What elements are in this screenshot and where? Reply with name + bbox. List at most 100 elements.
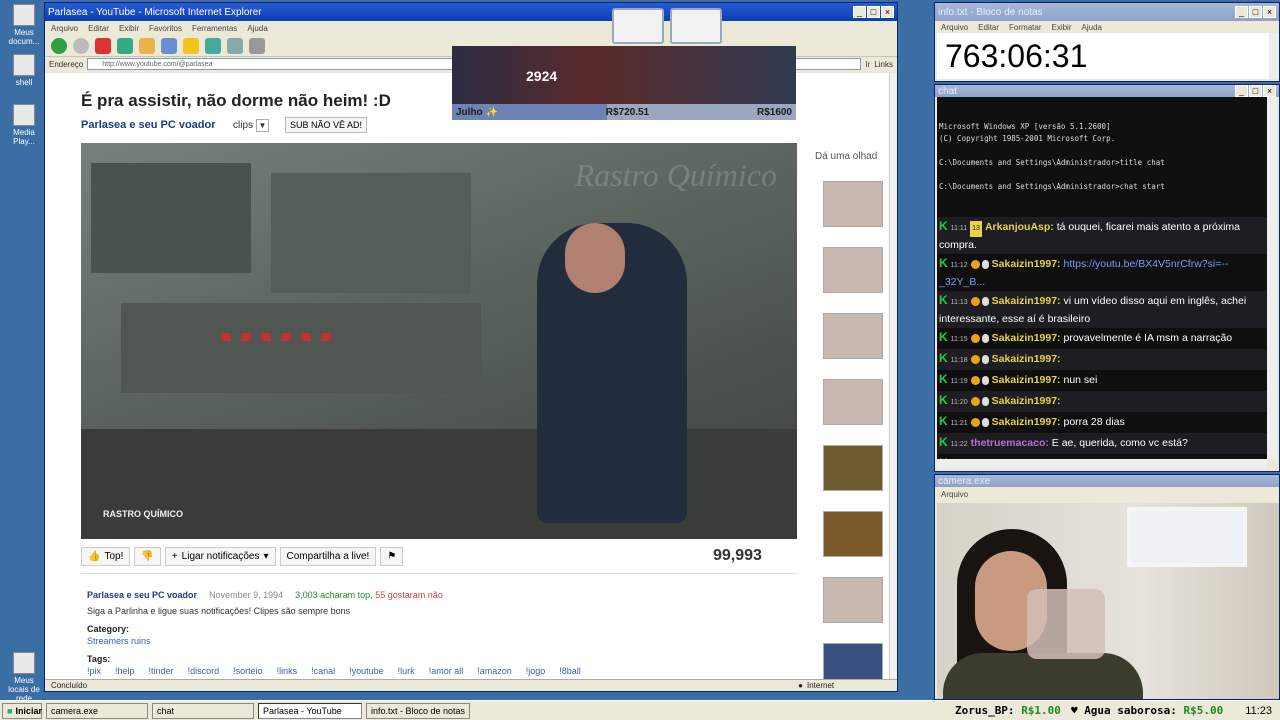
channel-link[interactable]: Parlasea e seu PC voador xyxy=(81,119,216,131)
menu-arquivo[interactable]: Arquivo xyxy=(941,23,968,32)
task-camera[interactable]: camera.exe xyxy=(46,702,148,719)
minimize-button[interactable]: _ xyxy=(853,6,866,18)
sidebar-title: Dá uma olhad xyxy=(815,151,878,162)
tag-link[interactable]: !amor all xyxy=(429,666,464,676)
start-button[interactable]: ■ Iniciar xyxy=(2,702,42,719)
plus-icon: + xyxy=(171,551,178,562)
chat-username[interactable]: Sakaizin1997: xyxy=(992,395,1061,407)
chat-username[interactable]: Sakaizin1997: xyxy=(992,258,1061,270)
tag-link[interactable]: !lurk xyxy=(398,666,415,676)
clips-dropdown[interactable]: clips ▼ xyxy=(233,119,270,132)
like-button[interactable]: 👍 Top! xyxy=(81,547,131,566)
close-button[interactable]: × xyxy=(1263,6,1276,18)
notepad-titlebar[interactable]: info.txt - Bloco de notas _ □ × xyxy=(935,3,1279,21)
related-video-thumb[interactable] xyxy=(823,313,883,359)
chat-scrollbar[interactable] xyxy=(1267,97,1277,459)
menu-favoritos[interactable]: Favoritos xyxy=(149,24,182,33)
search-icon[interactable] xyxy=(161,37,177,54)
menu-arquivo[interactable]: Arquivo xyxy=(941,490,968,499)
badge-icon xyxy=(970,259,980,269)
flag-button[interactable]: ⚑ xyxy=(380,547,404,566)
tag-link[interactable]: !canal xyxy=(311,666,335,676)
video-player[interactable]: Rastro Químico RASTRO QUÍMICO xyxy=(81,143,797,539)
stop-icon[interactable] xyxy=(95,37,111,54)
minimize-button[interactable]: _ xyxy=(1235,85,1248,97)
chat-message: K 11:20 Sakaizin1997: xyxy=(937,391,1267,412)
home-icon[interactable] xyxy=(139,37,155,54)
chat-username[interactable]: Sakaizin1997: xyxy=(992,353,1061,365)
chat-message: K 11:11 13 ArkanjouAsp: tá ouquei, ficarei … xyxy=(937,217,1267,254)
ie-scrollbar[interactable] xyxy=(889,73,897,681)
chat-username[interactable]: Sakaizin1997: xyxy=(992,374,1061,386)
related-video-thumb[interactable] xyxy=(823,247,883,293)
notepad-scrollbar[interactable] xyxy=(1269,33,1279,79)
maximize-button[interactable]: □ xyxy=(867,6,880,18)
tag-link[interactable]: !8ball xyxy=(559,666,581,676)
menu-exibir[interactable]: Exibir xyxy=(1051,23,1071,32)
chat-hscrollbar[interactable] xyxy=(937,459,1267,469)
task-youtube[interactable]: Parlasea - YouTube xyxy=(258,702,362,719)
chat-username[interactable]: Sakaizin1997: xyxy=(992,295,1061,307)
menu-arquivo[interactable]: Arquivo xyxy=(51,24,78,33)
badge-icon xyxy=(970,333,980,343)
info-channel-link[interactable]: Parlasea e seu PC voador xyxy=(87,590,197,600)
related-video-thumb[interactable] xyxy=(823,181,883,227)
category-link[interactable]: Streamers ruins xyxy=(87,636,797,646)
chat-titlebar[interactable]: chat _ □ × xyxy=(935,85,1279,97)
related-video-thumb[interactable] xyxy=(823,643,883,681)
desktop-icon-media-player[interactable]: Media Play... xyxy=(4,104,44,146)
related-video-thumb[interactable] xyxy=(823,577,883,623)
menu-ajuda[interactable]: Ajuda xyxy=(1082,23,1102,32)
subscribe-button[interactable]: SUB NÃO VÊ AD! xyxy=(285,117,368,133)
tag-link[interactable]: !amazon xyxy=(477,666,512,676)
history-icon[interactable] xyxy=(205,37,221,54)
ie-titlebar[interactable]: Parlasea - YouTube - Microsoft Internet … xyxy=(45,3,897,21)
tag-link[interactable]: !tinder xyxy=(149,666,174,676)
favorites-icon[interactable] xyxy=(183,37,199,54)
task-notepad[interactable]: info.txt - Bloco de notas xyxy=(366,702,470,719)
desktop-icon-my-documents[interactable]: Meus docum... xyxy=(4,4,44,46)
tag-link[interactable]: !jogo xyxy=(526,666,546,676)
related-video-thumb[interactable] xyxy=(823,445,883,491)
dislike-button[interactable]: 👎 xyxy=(134,547,161,566)
maximize-button[interactable]: □ xyxy=(1249,6,1262,18)
go-button[interactable]: Ir xyxy=(865,60,870,69)
menu-ajuda[interactable]: Ajuda xyxy=(247,24,267,33)
tag-link[interactable]: !discord xyxy=(188,666,220,676)
related-video-thumb[interactable] xyxy=(823,379,883,425)
menu-ferramentas[interactable]: Ferramentas xyxy=(192,24,237,33)
chat-username[interactable]: Sakaizin1997: xyxy=(992,416,1061,428)
desktop-icon-network[interactable]: Meus locais de rede xyxy=(4,652,44,703)
print-icon[interactable] xyxy=(249,37,265,54)
notify-button[interactable]: + Ligar notificações ▾ xyxy=(164,547,276,566)
task-chat[interactable]: chat xyxy=(152,702,254,719)
related-video-thumb[interactable] xyxy=(823,511,883,557)
maximize-button[interactable]: □ xyxy=(1249,85,1262,97)
menu-editar[interactable]: Editar xyxy=(978,23,999,32)
back-icon[interactable] xyxy=(51,37,67,54)
chat-message: K 11:22 thetruemacaco: E ae, querida, como… xyxy=(937,433,1267,454)
links-label[interactable]: Links xyxy=(874,60,893,69)
notepad-textarea[interactable]: 763:06:31 xyxy=(937,33,1269,79)
video-description: Siga a Parlinha e ligue suas notificaçõe… xyxy=(87,606,351,616)
mail-icon[interactable] xyxy=(227,37,243,54)
chat-username[interactable]: ArkanjouAsp: xyxy=(985,221,1054,233)
chat-username[interactable]: Sakaizin1997: xyxy=(992,332,1061,344)
desktop-icon-shell[interactable]: shell xyxy=(4,54,44,87)
minimize-button[interactable]: _ xyxy=(1235,6,1248,18)
chat-username[interactable]: thetruemacaco: xyxy=(971,437,1049,449)
close-button[interactable]: × xyxy=(1263,85,1276,97)
tag-link[interactable]: !links xyxy=(277,666,298,676)
forward-icon[interactable] xyxy=(73,37,89,54)
tag-link[interactable]: !pix xyxy=(87,666,101,676)
tag-link[interactable]: !youtube xyxy=(349,666,384,676)
menu-editar[interactable]: Editar xyxy=(88,24,109,33)
tag-link[interactable]: !sorteio xyxy=(233,666,263,676)
close-button[interactable]: × xyxy=(881,6,894,18)
menu-exibir[interactable]: Exibir xyxy=(119,24,139,33)
menu-formatar[interactable]: Formatar xyxy=(1009,23,1041,32)
tag-link[interactable]: !help xyxy=(115,666,135,676)
share-button[interactable]: Compartilha a live! xyxy=(279,547,377,566)
camera-titlebar[interactable]: camera.exe xyxy=(935,475,1279,487)
refresh-icon[interactable] xyxy=(117,37,133,54)
